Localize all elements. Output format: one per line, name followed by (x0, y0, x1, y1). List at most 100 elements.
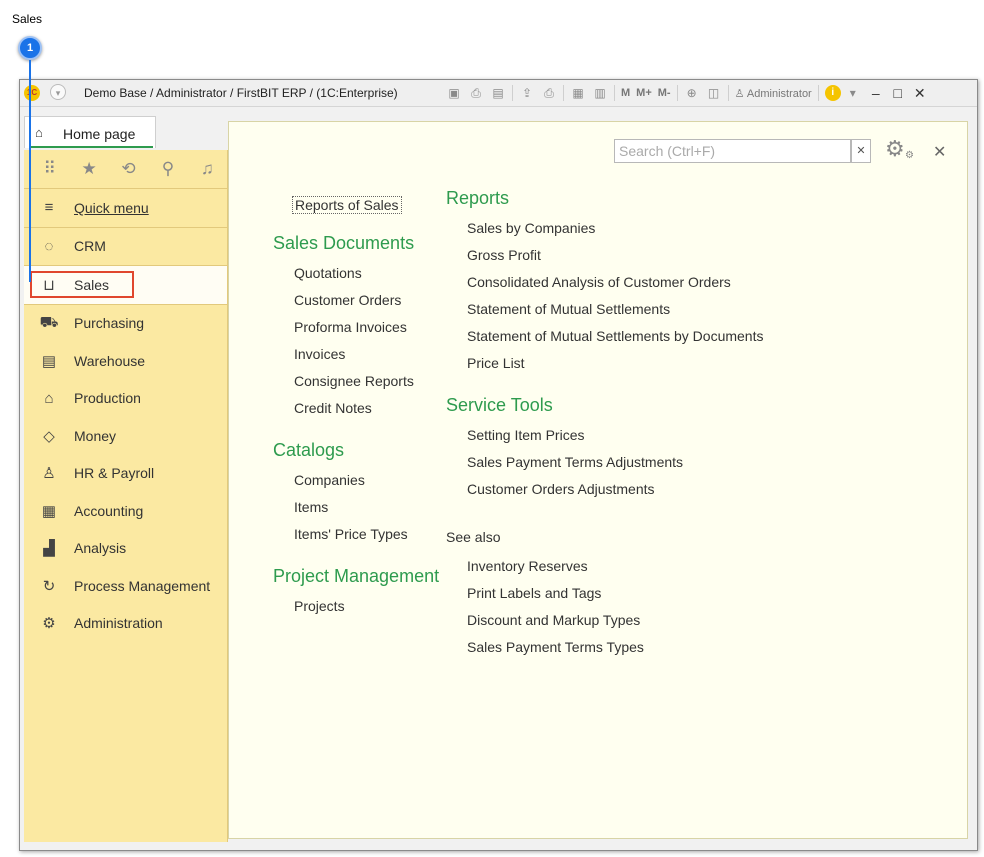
panels-icon[interactable]: ◫ (706, 85, 722, 101)
search-input[interactable]: Search (Ctrl+F) (614, 139, 851, 163)
link-quotations[interactable]: Quotations (294, 260, 439, 287)
link-sales-by-companies[interactable]: Sales by Companies (467, 215, 763, 242)
process-icon: ↻ (42, 577, 56, 595)
main-menu-button[interactable]: ▾ (50, 84, 66, 100)
callout-line (29, 60, 31, 282)
settings-gear-icon[interactable]: ⚙ (885, 136, 905, 162)
link-gross-profit[interactable]: Gross Profit (467, 242, 763, 269)
link-statement-mutual-settlements[interactable]: Statement of Mutual Settlements (467, 296, 763, 323)
close-window-icon[interactable]: ✕ (913, 85, 927, 102)
sidebar-item-production[interactable]: ⌂ Production (24, 380, 227, 418)
sidebar-item-money[interactable]: ◇ Money (24, 417, 227, 455)
print-icon[interactable]: ⎙ (468, 85, 484, 101)
notifications-icon[interactable]: ♫ (188, 159, 227, 179)
group-title-sales-documents: Sales Documents (273, 233, 415, 253)
sidebar: ⠿ ★ ⟲ ⚲ ♫ ≡ Quick menu ◌ CRM ⊔ Sales ⛟ Purch… (24, 150, 228, 842)
tab-bar: ⌂ Home page (24, 116, 224, 150)
sidebar-item-hr-payroll[interactable]: ♙ HR & Payroll (24, 455, 227, 493)
person-icon: ♙ (42, 465, 56, 483)
sidebar-item-analysis[interactable]: ▟ Analysis (24, 530, 227, 568)
home-icon: ⌂ (35, 125, 43, 140)
app-window: 1C ▾ Demo Base / Administrator / FirstBI… (19, 79, 978, 851)
upload-icon[interactable]: ⇪ (519, 85, 535, 101)
link-inventory-reserves[interactable]: Inventory Reserves (467, 553, 763, 580)
truck-icon: ⛟ (39, 313, 59, 331)
tab-home[interactable]: ⌂ Home page (24, 116, 156, 148)
section-content: Search (Ctrl+F) ✕ ⚙ ⚙ ✕ Reports of Sales… (228, 121, 968, 839)
gear-icon: ⚙ (42, 615, 56, 633)
window-toolbar: ▣ ⎙ ▤ ⇪ ⎙ ▦ ▥ M M+ M- ⊕ ◫ ♙ Administrato… (446, 84, 927, 102)
group-title-project-management: Project Management (273, 566, 440, 586)
window-title: Demo Base / Administrator / FirstBIT ERP… (84, 86, 398, 100)
print2-icon[interactable]: ⎙ (541, 85, 557, 101)
reports-of-sales-link[interactable]: Reports of Sales (292, 196, 402, 214)
link-discount-markup-types[interactable]: Discount and Markup Types (467, 607, 763, 634)
see-also-title: See also (446, 529, 501, 545)
app-logo-icon: 1C (24, 85, 40, 101)
sidebar-item-sales[interactable]: ⊔ Sales (24, 266, 227, 305)
apps-grid-icon[interactable]: ⠿ (30, 159, 69, 179)
sidebar-item-process-management[interactable]: ↻ Process Management (24, 567, 227, 605)
group-title-reports: Reports (446, 188, 510, 208)
link-items[interactable]: Items (294, 494, 439, 521)
link-consignee-reports[interactable]: Consignee Reports (294, 368, 439, 395)
chart-icon: ▟ (43, 540, 55, 558)
link-invoices[interactable]: Invoices (294, 341, 439, 368)
minimize-icon[interactable]: – (869, 85, 883, 101)
chat-icon: ◌ (44, 237, 54, 255)
maximize-icon[interactable]: □ (891, 85, 905, 101)
link-consolidated-analysis[interactable]: Consolidated Analysis of Customer Orders (467, 269, 763, 296)
group-title-catalogs: Catalogs (273, 440, 345, 460)
user-name: Administrator (746, 87, 812, 100)
right-column: Reports Sales by Companies Gross Profit … (446, 188, 763, 661)
basket-icon: ⊔ (43, 276, 55, 294)
favorites-icon[interactable]: ★ (69, 159, 108, 179)
sidebar-item-warehouse[interactable]: ▤ Warehouse (24, 342, 227, 380)
m-minus-button[interactable]: M- (658, 87, 671, 99)
factory-icon: ⌂ (44, 389, 54, 407)
link-customer-orders-adjustments[interactable]: Customer Orders Adjustments (467, 476, 763, 503)
calculator-icon: ▦ (41, 502, 57, 520)
link-price-list[interactable]: Price List (467, 350, 763, 377)
link-print-labels[interactable]: Print Labels and Tags (467, 580, 763, 607)
link-statement-mutual-settlements-docs[interactable]: Statement of Mutual Settlements by Docum… (467, 323, 763, 350)
sidebar-toolbar: ⠿ ★ ⟲ ⚲ ♫ (24, 150, 227, 189)
preview-icon[interactable]: ▤ (490, 85, 506, 101)
link-customer-orders[interactable]: Customer Orders (294, 287, 439, 314)
link-credit-notes[interactable]: Credit Notes (294, 395, 439, 422)
zoom-icon[interactable]: ⊕ (684, 85, 700, 101)
dropdown-icon[interactable]: ▾ (845, 85, 861, 101)
sidebar-item-accounting[interactable]: ▦ Accounting (24, 492, 227, 530)
link-proforma-invoices[interactable]: Proforma Invoices (294, 314, 439, 341)
settings-gear-small-icon: ⚙ (905, 150, 914, 161)
tab-home-label: Home page (63, 126, 136, 142)
calendar-icon[interactable]: ▥ (592, 85, 608, 101)
left-column: Reports of Sales Sales Documents Quotati… (273, 188, 439, 620)
user-menu[interactable]: ♙ Administrator (735, 87, 812, 100)
link-companies[interactable]: Companies (294, 467, 439, 494)
m-plus-button[interactable]: M+ (636, 87, 652, 99)
doc-title: Sales (12, 12, 43, 26)
link-sales-payment-terms-adjustments[interactable]: Sales Payment Terms Adjustments (467, 449, 763, 476)
sidebar-item-quick-menu[interactable]: ≡ Quick menu (24, 189, 227, 228)
warehouse-icon: ▤ (41, 352, 57, 370)
group-title-service-tools: Service Tools (446, 395, 553, 415)
hamburger-icon: ≡ (44, 199, 54, 217)
sidebar-item-crm[interactable]: ◌ CRM (24, 228, 227, 266)
search-icon[interactable]: ⚲ (148, 159, 187, 179)
link-sales-payment-terms-types[interactable]: Sales Payment Terms Types (467, 634, 763, 661)
sidebar-item-administration[interactable]: ⚙ Administration (24, 605, 227, 643)
calc-icon[interactable]: ▦ (570, 85, 586, 101)
link-items-price-types[interactable]: Items' Price Types (294, 521, 439, 548)
search-clear-icon[interactable]: ✕ (851, 139, 871, 163)
link-setting-item-prices[interactable]: Setting Item Prices (467, 422, 763, 449)
user-icon: ♙ (734, 87, 745, 100)
sidebar-item-purchasing[interactable]: ⛟ Purchasing (24, 305, 227, 343)
history-icon[interactable]: ⟲ (109, 159, 148, 179)
callout-marker: 1 (18, 36, 42, 60)
info-icon[interactable]: i (824, 85, 841, 101)
save-icon[interactable]: ▣ (446, 85, 462, 101)
link-projects[interactable]: Projects (294, 593, 439, 620)
m-button[interactable]: M (621, 87, 630, 99)
close-icon[interactable]: ✕ (933, 142, 946, 162)
